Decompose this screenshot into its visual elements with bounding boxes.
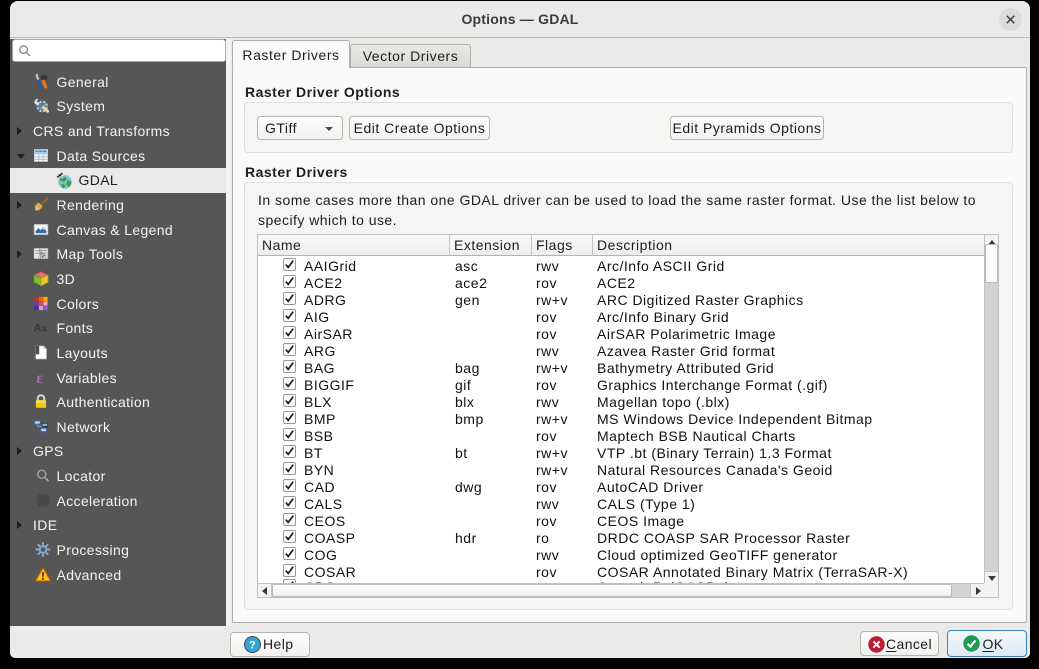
svg-text:?: ? (249, 640, 256, 652)
svg-text:ε: ε (36, 369, 43, 385)
svg-text:a: a (42, 324, 48, 334)
svg-text:A: A (34, 323, 42, 335)
